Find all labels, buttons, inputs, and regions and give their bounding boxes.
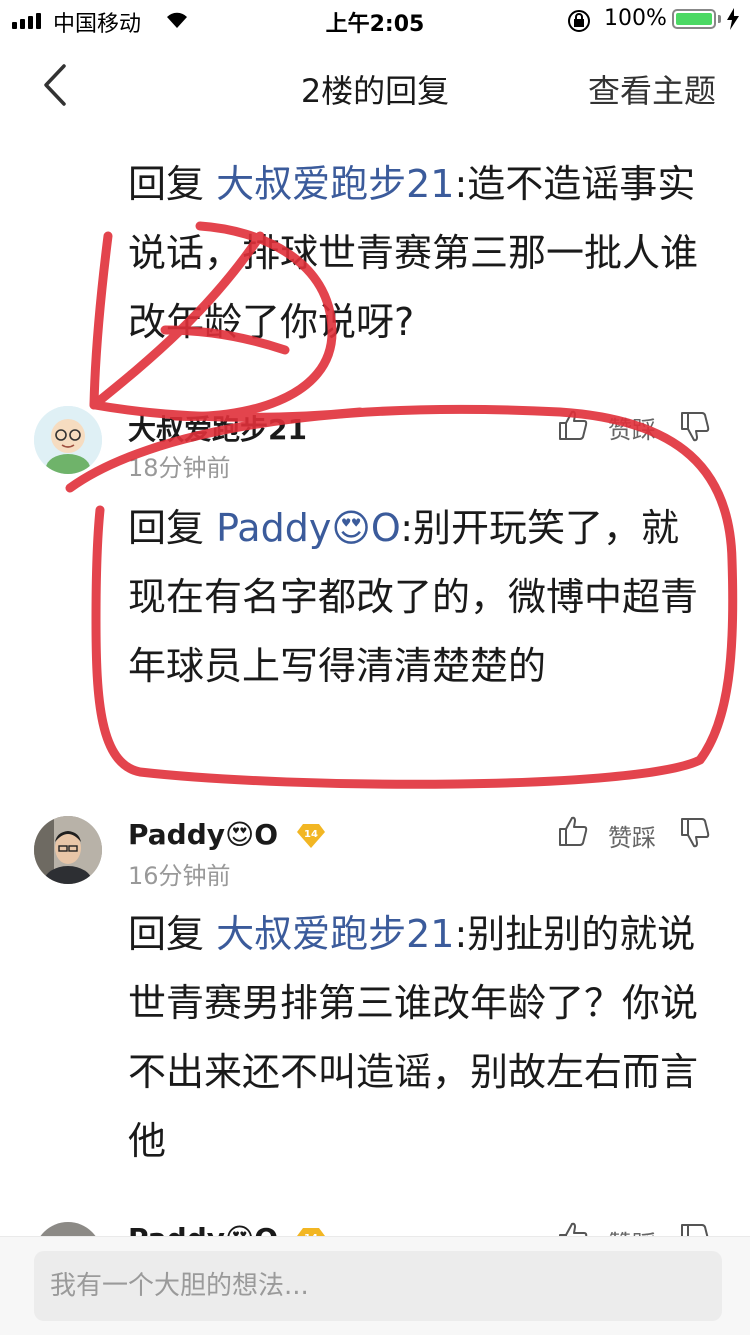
username[interactable]: Paddy😍O 14 bbox=[128, 818, 326, 851]
like-dislike-label: 赞踩 bbox=[608, 1224, 656, 1236]
level-badge-icon: 14 bbox=[296, 1228, 325, 1236]
battery-percent: 100% bbox=[604, 6, 667, 31]
comment-input[interactable] bbox=[34, 1251, 722, 1321]
thumbs-down-icon[interactable] bbox=[678, 410, 712, 444]
mention-link[interactable]: 大叔爱跑步21 bbox=[216, 912, 454, 956]
thumbs-down-icon[interactable] bbox=[678, 816, 712, 850]
view-topic-button[interactable]: 查看主题 bbox=[588, 66, 716, 112]
reply-text: 回复 大叔爱跑步21:造不造谣事实说话，排球世青赛第三那一批人谁改年龄了你说呀? bbox=[128, 162, 699, 344]
like-dislike-label: 赞踩 bbox=[608, 416, 656, 444]
username[interactable]: Paddy😍O 14 bbox=[128, 1222, 326, 1236]
username[interactable]: 大叔爱跑步21 bbox=[128, 408, 307, 448]
reply-text: 回复 大叔爱跑步21:别扯别的就说世青赛男排第三谁改年龄了？你说不出来还不叫造谣… bbox=[128, 912, 699, 1163]
level-badge-icon: 14 bbox=[296, 824, 325, 848]
nav-bar: 2楼的回复 查看主题 bbox=[0, 40, 750, 130]
mention-link[interactable]: Paddy😍O bbox=[216, 506, 400, 550]
avatar[interactable] bbox=[34, 816, 102, 884]
comment-bar bbox=[0, 1236, 750, 1335]
mention-link[interactable]: 大叔爱跑步21 bbox=[216, 162, 454, 206]
avatar[interactable] bbox=[34, 1222, 102, 1236]
battery-icon bbox=[672, 9, 716, 29]
charging-icon bbox=[727, 8, 739, 30]
orientation-lock-icon bbox=[568, 10, 590, 32]
thumbs-up-icon[interactable] bbox=[556, 408, 590, 442]
timestamp: 18分钟前 bbox=[128, 454, 231, 482]
thumbs-up-icon[interactable] bbox=[556, 1220, 590, 1236]
timestamp: 16分钟前 bbox=[128, 862, 231, 890]
user-photo-avatar bbox=[34, 816, 102, 884]
reply-list: 回复 大叔爱跑步21:造不造谣事实说话，排球世青赛第三那一批人谁改年龄了你说呀?… bbox=[0, 130, 750, 1236]
avatar[interactable] bbox=[34, 406, 102, 474]
status-bar: 中国移动 上午2:05 100% bbox=[0, 0, 750, 40]
reply-text: 回复 Paddy😍O:别开玩笑了，就现在有名字都改了的，微博中超青年球员上写得清… bbox=[128, 506, 699, 688]
thumbs-up-icon[interactable] bbox=[556, 814, 590, 848]
like-dislike-label: 赞踩 bbox=[608, 824, 656, 852]
cartoon-avatar-icon bbox=[34, 406, 102, 474]
svg-text:14: 14 bbox=[304, 829, 318, 840]
thumbs-down-icon[interactable] bbox=[678, 1222, 712, 1236]
